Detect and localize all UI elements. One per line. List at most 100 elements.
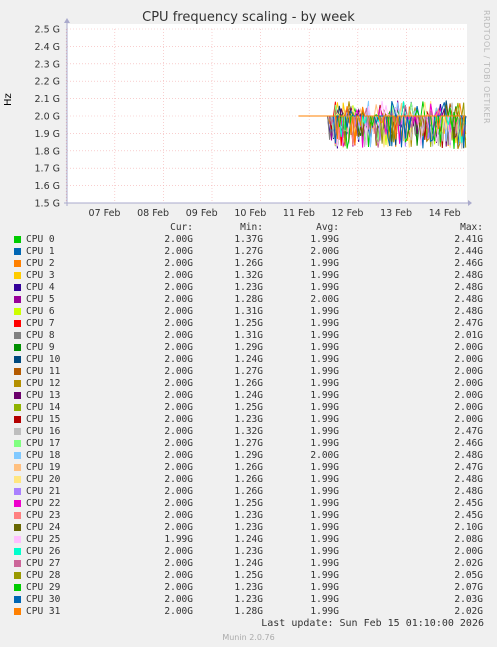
legend-swatch [14, 488, 21, 495]
legend-avg-value: 1.99G [310, 306, 339, 317]
legend-avg-value: 1.99G [310, 318, 339, 329]
legend-min-value: 1.25G [234, 402, 263, 413]
legend-cur-value: 2.00G [164, 450, 193, 461]
legend-cur-value: 2.00G [164, 510, 193, 521]
legend-min-value: 1.32G [234, 270, 263, 281]
legend-avg-value: 1.99G [310, 270, 339, 281]
legend-min-value: 1.25G [234, 570, 263, 581]
legend-swatch [14, 272, 21, 279]
x-tick-label: 14 Feb [429, 208, 461, 219]
legend-swatch [14, 368, 21, 375]
legend-row: CPU 15 2.00G 1.23G 1.99G 2.00G [0, 414, 497, 426]
legend-min-value: 1.27G [234, 246, 263, 257]
legend-cur-value: 2.00G [164, 402, 193, 413]
legend-row: CPU 2 2.00G 1.26G 1.99G 2.46G [0, 258, 497, 270]
y-tick-label: 2.3 G [35, 59, 61, 70]
legend-swatch [14, 452, 21, 459]
legend-cur-value: 2.00G [164, 486, 193, 497]
plot-area: 1.5 G 1.6 G 1.7 G 1.8 G 1.9 G 2.0 G 2.1 G 2.2 G… [35, 18, 472, 219]
legend-swatch [14, 284, 21, 291]
legend-avg-value: 1.99G [310, 414, 339, 425]
y-tick-label: 1.7 G [35, 164, 61, 175]
legend-cur-value: 2.00G [164, 414, 193, 425]
legend-avg-value: 1.99G [310, 534, 339, 545]
series-name: CPU 28 [26, 570, 61, 581]
y-tick-label: 2.2 G [35, 77, 61, 88]
legend-cur-value: 2.00G [164, 498, 193, 509]
legend-cur-value: 2.00G [164, 366, 193, 377]
legend-row: CPU 13 2.00G 1.24G 1.99G 2.00G [0, 390, 497, 402]
legend-swatch [14, 512, 21, 519]
series-name: CPU 2 [26, 258, 55, 269]
legend-max-value: 2.48G [454, 450, 483, 461]
y-tick-label: 2.4 G [35, 42, 61, 53]
legend-row: CPU 27 2.00G 1.24G 1.99G 2.02G [0, 558, 497, 570]
series-name: CPU 22 [26, 498, 61, 509]
y-tick-label: 1.9 G [35, 129, 61, 140]
legend-avg-value: 1.99G [310, 522, 339, 533]
legend-swatch [14, 320, 21, 327]
series-name: CPU 5 [26, 294, 55, 305]
legend-cur-value: 2.00G [164, 570, 193, 581]
legend-swatch [14, 548, 21, 555]
legend-cur-value: 2.00G [164, 342, 193, 353]
legend-swatch [14, 380, 21, 387]
legend-row: CPU 20 2.00G 1.26G 1.99G 2.48G [0, 474, 497, 486]
legend-swatch [14, 296, 21, 303]
legend-cur-value: 2.00G [164, 462, 193, 473]
legend-swatch [14, 524, 21, 531]
legend-swatch [14, 596, 21, 603]
legend-row: CPU 28 2.00G 1.25G 1.99G 2.05G [0, 570, 497, 582]
legend-max-value: 2.02G [454, 558, 483, 569]
legend-max-value: 2.47G [454, 318, 483, 329]
x-tick-label: 13 Feb [380, 208, 412, 219]
series-name: CPU 27 [26, 558, 61, 569]
legend-min-value: 1.31G [234, 330, 263, 341]
series-name: CPU 9 [26, 342, 55, 353]
legend-row: CPU 22 2.00G 1.25G 1.99G 2.45G [0, 498, 497, 510]
legend-min-value: 1.26G [234, 462, 263, 473]
legend-max-value: 2.07G [454, 582, 483, 593]
legend-avg-value: 1.99G [310, 402, 339, 413]
legend-row: CPU 6 2.00G 1.31G 1.99G 2.48G [0, 306, 497, 318]
legend-row: CPU 31 2.00G 1.28G 1.99G 2.02G [0, 606, 497, 618]
x-tick-label: 11 Feb [283, 208, 315, 219]
legend-max-value: 2.48G [454, 474, 483, 485]
legend-row: CPU 25 1.99G 1.24G 1.99G 2.08G [0, 534, 497, 546]
legend-min-value: 1.24G [234, 534, 263, 545]
legend-min-value: 1.28G [234, 294, 263, 305]
legend-row: CPU 19 2.00G 1.26G 1.99G 2.47G [0, 462, 497, 474]
legend-header: Cur: [170, 222, 193, 233]
legend-avg-value: 1.99G [310, 390, 339, 401]
legend-swatch [14, 476, 21, 483]
legend-swatch [14, 356, 21, 363]
legend-avg-value: 1.99G [310, 342, 339, 353]
legend-swatch [14, 416, 21, 423]
series-name: CPU 13 [26, 390, 61, 401]
legend-avg-value: 1.99G [310, 594, 339, 605]
legend-swatch [14, 308, 21, 315]
legend-row: CPU 16 2.00G 1.32G 1.99G 2.47G [0, 426, 497, 438]
legend-row: CPU 17 2.00G 1.27G 1.99G 2.46G [0, 438, 497, 450]
legend-cur-value: 2.00G [164, 330, 193, 341]
legend-min-value: 1.23G [234, 594, 263, 605]
legend-row: CPU 18 2.00G 1.29G 2.00G 2.48G [0, 450, 497, 462]
legend-cur-value: 2.00G [164, 294, 193, 305]
legend-max-value: 2.00G [454, 402, 483, 413]
series-name: CPU 4 [26, 282, 55, 293]
legend-min-value: 1.25G [234, 498, 263, 509]
legend-avg-value: 1.99G [310, 498, 339, 509]
x-tick-label: 12 Feb [332, 208, 364, 219]
legend-row: CPU 12 2.00G 1.26G 1.99G 2.00G [0, 378, 497, 390]
legend-min-value: 1.28G [234, 606, 263, 617]
legend-min-value: 1.26G [234, 258, 263, 269]
legend-swatch [14, 428, 21, 435]
series-name: CPU 21 [26, 486, 61, 497]
legend-cur-value: 2.00G [164, 270, 193, 281]
x-axis-arrow [468, 200, 472, 206]
legend-swatch [14, 500, 21, 507]
series-name: CPU 19 [26, 462, 61, 473]
legend-header: Max: [460, 222, 483, 233]
series-name: CPU 17 [26, 438, 61, 449]
series-name: CPU 26 [26, 546, 61, 557]
